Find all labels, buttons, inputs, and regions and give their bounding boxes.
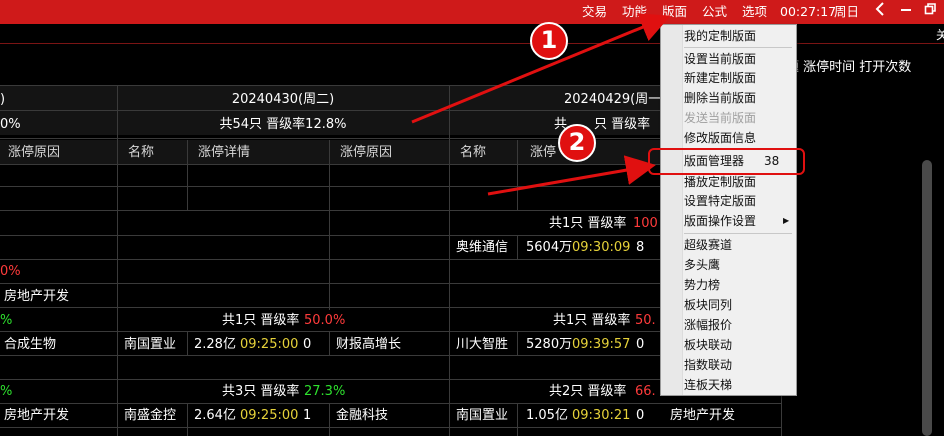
arrow-2	[487, 155, 656, 196]
step-badge-1: 1	[530, 22, 568, 60]
annotation-arrows	[411, 13, 671, 196]
highlight-box-layout-manager	[648, 148, 805, 175]
step-badge-2: 2	[558, 124, 596, 162]
